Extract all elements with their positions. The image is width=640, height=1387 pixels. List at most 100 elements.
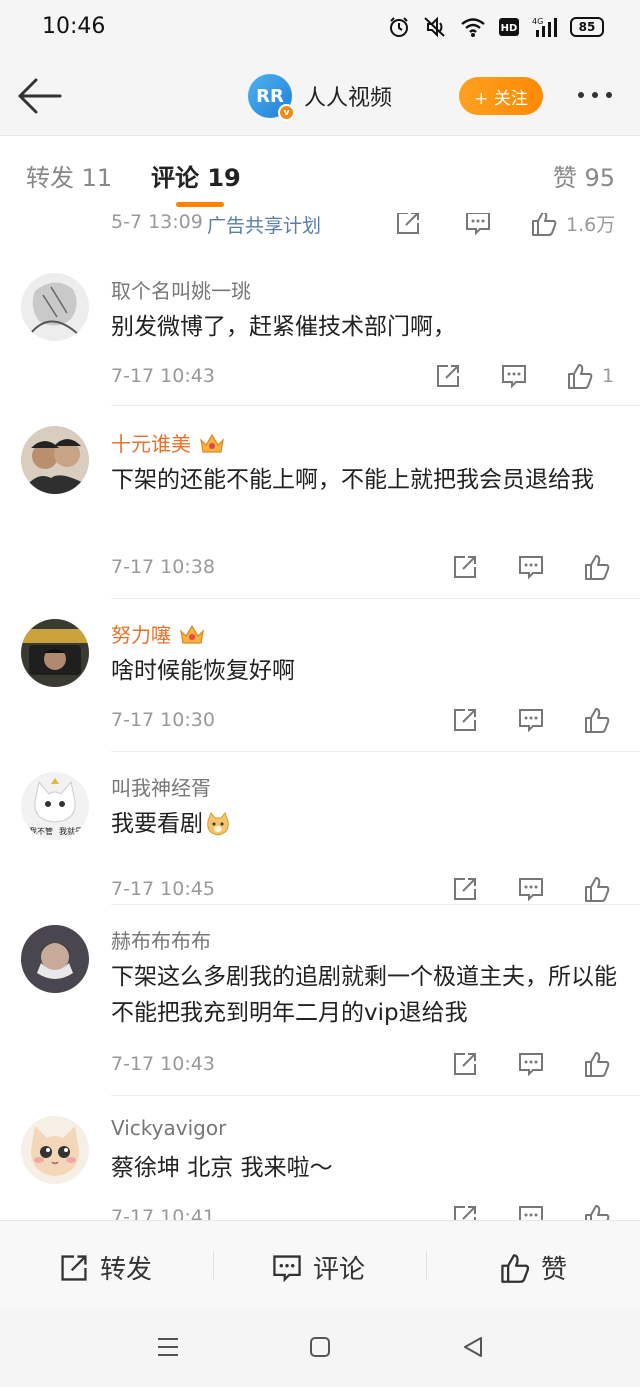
reply-button[interactable] bbox=[517, 876, 545, 902]
comment-time: 7-17 10:38 bbox=[111, 556, 215, 578]
comment-username[interactable]: 取个名叫姚一珧 bbox=[111, 275, 251, 304]
comment-icon bbox=[519, 1206, 543, 1220]
repost-icon bbox=[454, 556, 476, 578]
reply-button[interactable] bbox=[500, 363, 528, 389]
like-count: 1.6万 bbox=[566, 213, 616, 236]
avatar-caption-right: 我就是 bbox=[59, 826, 83, 836]
signal-icon: 4G bbox=[532, 17, 557, 37]
repost-button[interactable] bbox=[451, 1204, 479, 1220]
comment-text: 下架的还能不能上啊，不能上就把我会员退给我 bbox=[111, 467, 594, 493]
like-button[interactable] bbox=[583, 553, 611, 581]
reply-button[interactable] bbox=[517, 1051, 545, 1077]
tab-repost[interactable]: 转发 11 bbox=[26, 158, 112, 193]
tab-comment[interactable]: 评论 19 bbox=[151, 158, 241, 193]
tab-like[interactable]: 赞 95 bbox=[553, 158, 615, 193]
thumbs-up-icon bbox=[585, 708, 610, 733]
repost-button[interactable] bbox=[451, 1051, 479, 1077]
like-button[interactable] bbox=[583, 875, 611, 903]
comment-item: 努力噻 啥时候能恢复好啊 7-17 10:30 bbox=[0, 599, 640, 752]
user-avatar-image bbox=[21, 925, 89, 993]
bottom-comment-button[interactable]: 评论 bbox=[271, 1249, 365, 1286]
avatar[interactable] bbox=[21, 619, 89, 687]
post-actions: 1.6万 bbox=[394, 213, 615, 237]
like-button[interactable] bbox=[583, 1203, 611, 1220]
more-options-button[interactable] bbox=[578, 84, 624, 106]
username-text[interactable]: Vickyavigor bbox=[111, 1116, 226, 1140]
user-avatar-image bbox=[21, 1116, 89, 1184]
like-button[interactable] bbox=[583, 1050, 611, 1078]
comment-icon bbox=[519, 556, 543, 580]
svg-text:4G: 4G bbox=[532, 17, 543, 26]
comment-username[interactable]: 十元谁美 bbox=[111, 428, 225, 457]
active-tab-indicator bbox=[176, 202, 224, 207]
username-text[interactable]: 赫布布布布 bbox=[111, 925, 211, 954]
thumbs-up-icon bbox=[585, 555, 610, 580]
repost-button[interactable] bbox=[451, 876, 479, 902]
comment-text: 啥时候能恢复好啊 bbox=[111, 658, 295, 684]
comment-feed[interactable]: 5-7 13:09 广告共享计划 1.6万 取个名叫姚一珧 别发微博了，赶紧催技… bbox=[0, 213, 640, 1220]
follow-button[interactable]: + 关注 bbox=[459, 77, 543, 115]
avatar[interactable] bbox=[21, 273, 89, 341]
bottom-repost-label: 转发 bbox=[100, 1255, 153, 1285]
comment-icon bbox=[519, 709, 543, 733]
like-button[interactable]: 1 bbox=[566, 362, 614, 390]
username-text[interactable]: 叫我神经胥 bbox=[111, 772, 211, 801]
avatar[interactable] bbox=[21, 1116, 89, 1184]
comment-time: 7-17 10:41 bbox=[111, 1206, 215, 1220]
thumbs-up-icon bbox=[501, 1253, 530, 1283]
recent-apps-button[interactable] bbox=[156, 1336, 180, 1362]
home-button[interactable] bbox=[309, 1336, 331, 1362]
comment-icon bbox=[466, 213, 490, 236]
doge-emoji-icon bbox=[207, 812, 229, 836]
like-button[interactable]: 1.6万 bbox=[530, 213, 615, 237]
verified-badge: v bbox=[278, 104, 295, 121]
account-avatar[interactable]: RR v bbox=[248, 74, 295, 121]
reply-button[interactable] bbox=[517, 554, 545, 580]
comment-username[interactable]: 赫布布布布 bbox=[111, 925, 211, 954]
repost-icon bbox=[454, 709, 476, 731]
comment-actions: 1 bbox=[434, 362, 614, 390]
username-text[interactable]: 努力噻 bbox=[111, 619, 171, 648]
status-icons: HD 4G 85 bbox=[388, 16, 604, 38]
comment-actions bbox=[451, 1203, 611, 1220]
comment-icon bbox=[519, 1053, 543, 1077]
bottom-repost-button[interactable]: 转发 bbox=[58, 1249, 152, 1286]
bottom-divider bbox=[426, 1251, 427, 1279]
repost-button[interactable] bbox=[451, 707, 479, 733]
account-header[interactable]: RR v 人人视频 bbox=[248, 74, 392, 121]
comment-username[interactable]: 努力噻 bbox=[111, 619, 205, 648]
account-logo-text: RR bbox=[256, 85, 284, 107]
repost-icon bbox=[454, 1053, 476, 1075]
comment-button[interactable] bbox=[464, 213, 492, 236]
avatar[interactable] bbox=[21, 426, 89, 494]
menu-lines-icon bbox=[158, 1338, 178, 1356]
username-text[interactable]: 取个名叫姚一珧 bbox=[111, 275, 251, 304]
hd-icon: HD bbox=[499, 18, 519, 36]
tab-bar: 转发 11 评论 19 赞 95 bbox=[0, 136, 640, 213]
ad-share-link[interactable]: 广告共享计划 bbox=[207, 213, 321, 238]
repost-button[interactable] bbox=[434, 363, 462, 389]
comment-username[interactable]: 叫我神经胥 bbox=[111, 772, 211, 801]
like-button[interactable] bbox=[583, 706, 611, 734]
comment-username[interactable]: Vickyavigor bbox=[111, 1116, 226, 1140]
username-text[interactable]: 十元谁美 bbox=[111, 428, 191, 457]
avatar[interactable] bbox=[21, 925, 89, 993]
bottom-divider bbox=[213, 1251, 214, 1279]
reply-button[interactable] bbox=[517, 1204, 545, 1220]
user-avatar-image: 我不管 我就是 bbox=[21, 772, 89, 840]
more-dot-icon bbox=[578, 92, 584, 98]
repost-button[interactable] bbox=[451, 554, 479, 580]
avatar[interactable]: 我不管 我就是 bbox=[21, 772, 89, 840]
repost-button[interactable] bbox=[394, 213, 422, 236]
system-back-button[interactable] bbox=[462, 1336, 484, 1362]
account-name[interactable]: 人人视频 bbox=[304, 80, 392, 112]
back-button[interactable] bbox=[16, 76, 64, 116]
comment-item: 取个名叫姚一珧 别发微博了，赶紧催技术部门啊， 7-17 10:43 1 bbox=[0, 253, 640, 406]
user-avatar-image bbox=[21, 619, 89, 687]
comment-icon bbox=[519, 878, 543, 902]
reply-button[interactable] bbox=[517, 707, 545, 733]
repost-icon bbox=[397, 213, 419, 234]
bottom-like-button[interactable]: 赞 bbox=[499, 1249, 567, 1286]
comment-item: 赫布布布布 下架这么多剧我的追剧就剩一个极道主夫，所以能不能把我充到明年二月的v… bbox=[0, 905, 640, 1096]
thumbs-up-icon bbox=[585, 1205, 610, 1220]
